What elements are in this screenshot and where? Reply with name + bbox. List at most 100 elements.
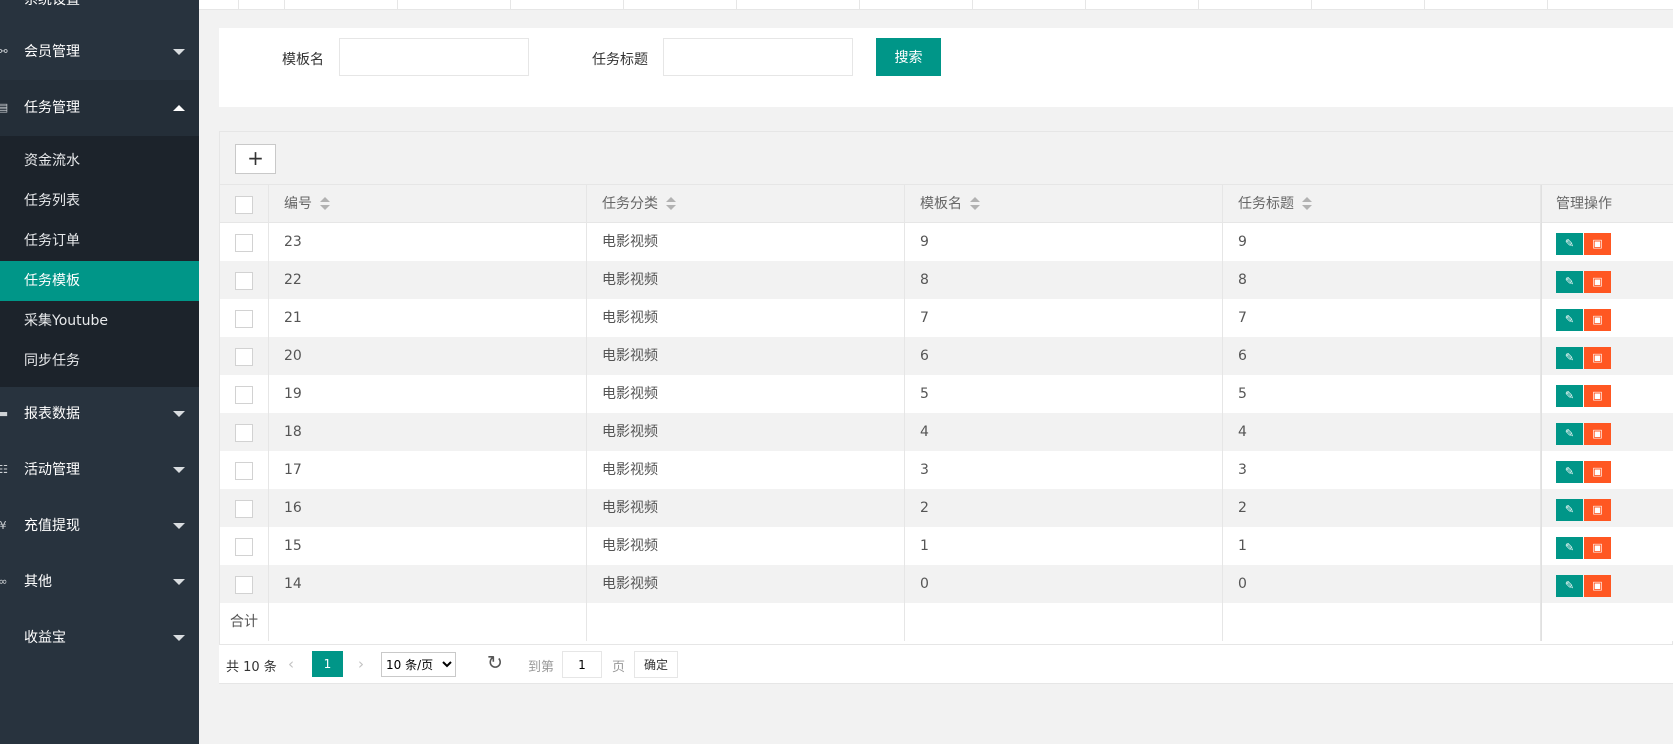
cell-title: 9 xyxy=(1223,223,1541,261)
sidebar-item-recharge[interactable]: ¥ 充值提现 xyxy=(0,498,199,554)
table-row: 19 电影视频 5 5 ✎ ▣ xyxy=(220,375,1673,413)
pencil-icon[interactable]: ✎ xyxy=(1556,385,1583,407)
sidebar-subitem-funds[interactable]: 资金流水 xyxy=(0,141,199,181)
sidebar-subitem-task-templates[interactable]: 任务模板 xyxy=(0,261,199,301)
chevron-right-icon[interactable]: › xyxy=(358,655,364,673)
row-checkbox[interactable] xyxy=(235,310,253,328)
row-checkbox[interactable] xyxy=(235,234,253,252)
row-checkbox[interactable] xyxy=(235,500,253,518)
sort-icon[interactable] xyxy=(666,197,676,211)
header-title[interactable]: 任务标题 xyxy=(1223,185,1541,223)
sidebar-item-tasks[interactable]: ▤ 任务管理 xyxy=(0,80,199,136)
cell-template: 6 xyxy=(905,337,1223,375)
trash-icon[interactable]: ▣ xyxy=(1584,499,1611,521)
pagination-current-page[interactable]: 1 xyxy=(312,651,343,677)
trash-icon[interactable]: ▣ xyxy=(1584,233,1611,255)
cell-id: 15 xyxy=(269,527,587,565)
cell-actions: ✎ ▣ xyxy=(1541,337,1673,375)
table-row: 23 电影视频 9 9 ✎ ▣ xyxy=(220,223,1673,261)
row-checkbox-cell xyxy=(220,527,269,565)
trash-icon[interactable]: ▣ xyxy=(1584,385,1611,407)
row-checkbox[interactable] xyxy=(235,424,253,442)
cell-category: 电影视频 xyxy=(587,299,905,337)
row-checkbox[interactable] xyxy=(235,348,253,366)
document-icon: ▤ xyxy=(0,101,9,114)
trash-icon[interactable]: ▣ xyxy=(1584,271,1611,293)
pencil-icon[interactable]: ✎ xyxy=(1556,347,1583,369)
task-title-input[interactable] xyxy=(663,38,853,76)
pencil-icon[interactable]: ✎ xyxy=(1556,423,1583,445)
row-checkbox[interactable] xyxy=(235,576,253,594)
goto-page-input[interactable] xyxy=(562,651,602,678)
header-category[interactable]: 任务分类 xyxy=(587,185,905,223)
cell-id: 18 xyxy=(269,413,587,451)
trash-icon[interactable]: ▣ xyxy=(1584,309,1611,331)
pencil-icon[interactable]: ✎ xyxy=(1556,309,1583,331)
pencil-icon[interactable]: ✎ xyxy=(1556,233,1583,255)
sidebar-item-members[interactable]: ⚯ 会员管理 xyxy=(0,24,199,80)
row-checkbox[interactable] xyxy=(235,272,253,290)
sidebar-item-label: 其他 xyxy=(24,574,52,590)
table-total-row: 合计 xyxy=(220,603,1673,641)
row-checkbox-cell xyxy=(220,451,269,489)
goto-confirm-button[interactable]: 确定 xyxy=(634,651,678,678)
pencil-icon[interactable]: ✎ xyxy=(1556,499,1583,521)
chevron-up-icon xyxy=(173,105,185,111)
total-cell xyxy=(905,603,1223,641)
pencil-icon[interactable]: ✎ xyxy=(1556,537,1583,559)
cell-category: 电影视频 xyxy=(587,489,905,527)
select-all-checkbox[interactable] xyxy=(235,196,253,214)
header-checkbox-cell xyxy=(220,185,269,223)
add-button[interactable]: + xyxy=(235,144,276,174)
header-template[interactable]: 模板名 xyxy=(905,185,1223,223)
sidebar-subitem-task-list[interactable]: 任务列表 xyxy=(0,181,199,221)
search-button[interactable]: 搜索 xyxy=(876,38,941,76)
sidebar-item-other[interactable]: ∞ 其他 xyxy=(0,554,199,610)
pencil-icon[interactable]: ✎ xyxy=(1556,271,1583,293)
sidebar-subitem-task-orders[interactable]: 任务订单 xyxy=(0,221,199,261)
row-checkbox[interactable] xyxy=(235,462,253,480)
row-checkbox[interactable] xyxy=(235,386,253,404)
row-checkbox-cell xyxy=(220,565,269,603)
refresh-icon[interactable]: ↻ xyxy=(487,653,503,673)
sort-icon[interactable] xyxy=(1302,197,1312,211)
sidebar-item-activities[interactable]: ☷ 活动管理 xyxy=(0,442,199,498)
sidebar-item-label: 任务管理 xyxy=(24,100,80,116)
pencil-icon[interactable]: ✎ xyxy=(1556,461,1583,483)
chevron-left-icon[interactable]: ‹ xyxy=(288,655,294,673)
sidebar-subitem-sync[interactable]: 同步任务 xyxy=(0,341,199,381)
header-id[interactable]: 编号 xyxy=(269,185,587,223)
trash-icon[interactable]: ▣ xyxy=(1584,575,1611,597)
cell-category: 电影视频 xyxy=(587,565,905,603)
pagination-total: 共 10 条 xyxy=(226,660,277,675)
trash-icon[interactable]: ▣ xyxy=(1584,347,1611,369)
template-name-label: 模板名 xyxy=(282,52,324,68)
cell-template: 3 xyxy=(905,451,1223,489)
table-row: 20 电影视频 6 6 ✎ ▣ xyxy=(220,337,1673,375)
pencil-icon[interactable]: ✎ xyxy=(1556,575,1583,597)
sort-icon[interactable] xyxy=(970,197,980,211)
trash-icon[interactable]: ▣ xyxy=(1584,461,1611,483)
trash-icon[interactable]: ▣ xyxy=(1584,537,1611,559)
row-checkbox-cell xyxy=(220,375,269,413)
header-actions: 管理操作 xyxy=(1541,185,1673,223)
sidebar-subitem-youtube[interactable]: 采集Youtube xyxy=(0,301,199,341)
total-cell xyxy=(587,603,905,641)
sidebar-item-reports[interactable]: ▬ 报表数据 xyxy=(0,386,199,442)
page-size-select[interactable]: 10 条/页 xyxy=(381,652,456,677)
trash-icon[interactable]: ▣ xyxy=(1584,423,1611,445)
cell-title: 8 xyxy=(1223,261,1541,299)
sort-icon[interactable] xyxy=(320,197,330,211)
table-row: 16 电影视频 2 2 ✎ ▣ xyxy=(220,489,1673,527)
template-name-input[interactable] xyxy=(339,38,529,76)
cell-id: 22 xyxy=(269,261,587,299)
row-checkbox[interactable] xyxy=(235,538,253,556)
user-group-icon: ⚯ xyxy=(0,45,8,58)
sidebar-item-yield[interactable]: 收益宝 xyxy=(0,610,199,666)
cell-title: 3 xyxy=(1223,451,1541,489)
row-checkbox-cell xyxy=(220,299,269,337)
top-tab-strip xyxy=(199,0,1673,10)
cell-title: 4 xyxy=(1223,413,1541,451)
table-row: 14 电影视频 0 0 ✎ ▣ xyxy=(220,565,1673,603)
total-cell xyxy=(269,603,587,641)
